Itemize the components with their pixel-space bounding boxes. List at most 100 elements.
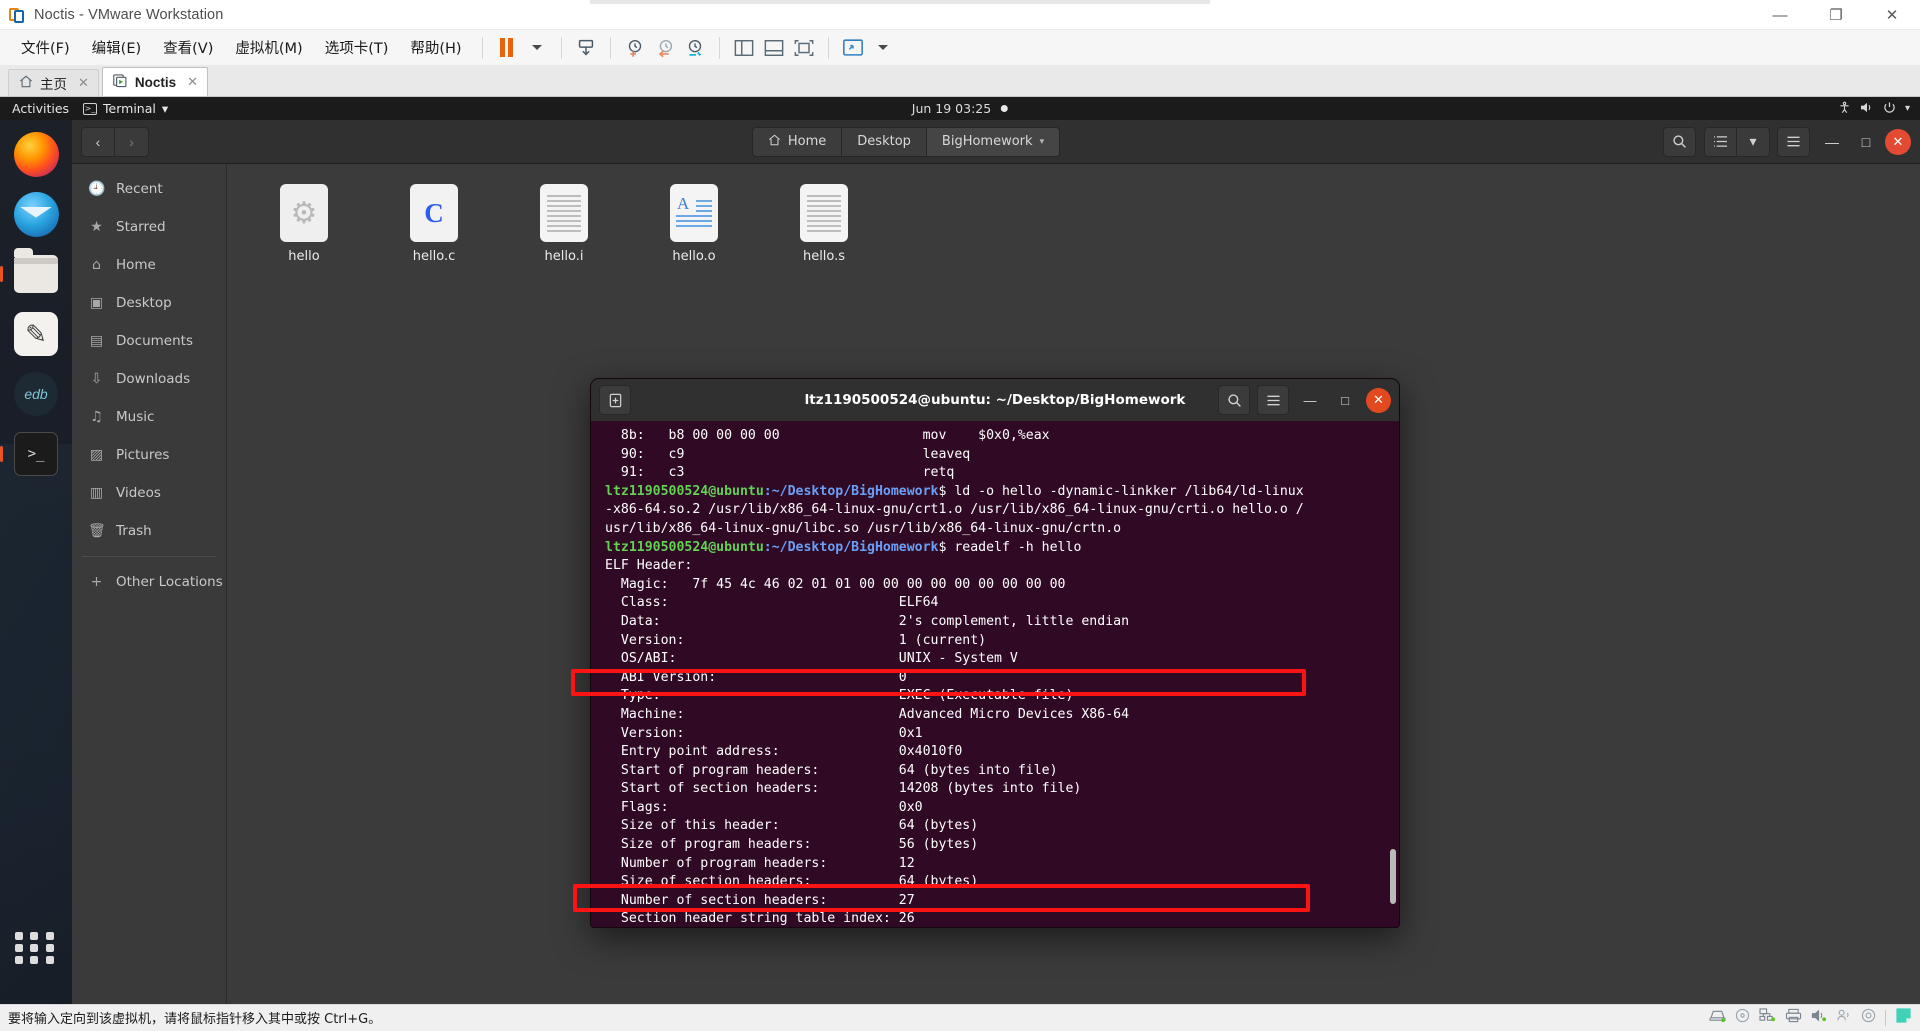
show-console-icon[interactable] [789,34,819,62]
sidebar-item-desktop[interactable]: ▣ Desktop [72,284,226,322]
sidebar-item-pictures[interactable]: ▨ Pictures [72,436,226,474]
file-item[interactable]: ⚙ hello [249,178,359,264]
network-icon[interactable] [1759,1008,1776,1028]
harddisk-icon[interactable] [1709,1009,1726,1028]
terminal-line: Section header string table index: 26 [605,910,1399,927]
download-icon: ⇩ [88,371,105,387]
sidebar-item-home[interactable]: ⌂ Home [72,246,226,284]
sidebar-item-music[interactable]: ♫ Music [72,398,226,436]
header-right-group: ▾ — □ ✕ [1704,127,1911,157]
menu-help[interactable]: 帮助(H) [399,33,472,62]
maximize-button[interactable]: □ [1851,127,1881,157]
search-button[interactable] [1663,127,1696,157]
file-item[interactable]: C hello.c [379,178,489,264]
camera-icon[interactable] [1861,1008,1876,1028]
sidebar-item-videos[interactable]: ▥ Videos [72,474,226,512]
show-applications-button[interactable] [10,922,62,974]
dock-item-firefox[interactable] [10,128,62,180]
terminal-line: usr/lib/x86_64-linux-gnu/libc.so /usr/li… [605,520,1399,539]
show-sidebar-icon[interactable] [729,34,759,62]
maximize-button[interactable]: □ [1331,386,1359,414]
toolbar-separator [828,37,829,59]
breadcrumb-desktop[interactable]: Desktop [842,127,927,157]
app-menu-button[interactable]: >_ Terminal ▾ [83,101,168,116]
home-icon: ⌂ [88,257,105,273]
notes-icon[interactable] [1895,1007,1912,1029]
snapshot-revert-icon[interactable] [650,34,680,62]
close-button[interactable]: ✕ [1885,129,1911,155]
cdrom-icon[interactable] [1735,1008,1750,1028]
dock-item-text-editor[interactable] [10,308,62,360]
tab-noctis-close-icon[interactable]: ✕ [187,74,198,90]
new-tab-button[interactable] [599,385,631,415]
printer-icon[interactable] [1785,1008,1802,1028]
sidebar-item-downloads[interactable]: ⇩ Downloads [72,360,226,398]
firefox-icon [14,132,59,177]
sound-icon[interactable] [1811,1008,1827,1028]
terminal-line: Version: 0x1 [605,725,1399,744]
vm-guest-viewport[interactable]: Activities >_ Terminal ▾ Jun 19 03:25 [0,97,1920,1004]
dock-item-edb[interactable]: edb [10,368,62,420]
tab-noctis[interactable]: Noctis ✕ [102,67,208,96]
unity-mode-icon[interactable] [838,34,868,62]
pause-icon[interactable] [492,34,522,62]
snapshot-take-icon[interactable] [620,34,650,62]
breadcrumb-bighomework[interactable]: BigHomework ▾ [927,127,1060,157]
fullscreen-caret-icon[interactable] [868,34,898,62]
menu-button[interactable] [1257,385,1289,415]
system-status-area[interactable]: ▾ [1838,101,1910,117]
sidebar-item-documents[interactable]: ▤ Documents [72,322,226,360]
chevron-down-icon[interactable]: ▾ [1905,103,1910,114]
view-options-caret[interactable]: ▾ [1737,127,1770,157]
search-button[interactable] [1218,385,1250,415]
gnome-desktop: Activities >_ Terminal ▾ Jun 19 03:25 [0,97,1920,1004]
minimize-button[interactable]: — [1752,0,1808,30]
menu-tabs[interactable]: 选项卡(T) [314,33,400,62]
terminal-line: Data: 2's complement, little endian [605,613,1399,632]
menu-view[interactable]: 查看(V) [152,33,224,62]
minimize-button[interactable]: — [1817,127,1847,157]
snapshot-manager-icon[interactable] [680,34,710,62]
vmware-workstation-window: Noctis - VMware Workstation — ❐ ✕ 文件(F) … [0,0,1920,1030]
sidebar-item-trash[interactable]: 🗑 Trash [72,512,226,550]
dock-item-terminal[interactable]: >_ [10,428,62,480]
menu-edit[interactable]: 编辑(E) [81,33,152,62]
show-bottom-panel-icon[interactable] [759,34,789,62]
sidebar-item-recent[interactable]: 🕘 Recent [72,170,226,208]
activities-button[interactable]: Activities [0,101,83,116]
volume-icon[interactable] [1860,101,1874,117]
vmware-logo-icon [8,6,26,24]
tab-home-close-icon[interactable]: ✕ [78,75,89,91]
forward-button[interactable]: › [115,127,149,157]
terminal-scrollbar[interactable] [1390,849,1396,904]
thunderbird-icon [14,192,59,237]
send-ctrl-alt-del-icon[interactable] [571,34,601,62]
sidebar-item-starred[interactable]: ★ Starred [72,208,226,246]
menu-vm[interactable]: 虚拟机(M) [224,33,313,62]
close-button[interactable]: ✕ [1366,388,1391,413]
dock-item-thunderbird[interactable] [10,188,62,240]
usb-icon[interactable] [1836,1008,1852,1028]
back-button[interactable]: ‹ [81,127,115,157]
file-item[interactable]: A hello.o [639,178,749,264]
close-button[interactable]: ✕ [1864,0,1920,30]
main-menu-button[interactable] [1777,127,1810,157]
breadcrumb-home[interactable]: Home [752,127,842,157]
minimize-button[interactable]: — [1296,386,1324,414]
text-lines-icon [540,184,588,242]
tab-home[interactable]: 主页 ✕ [8,69,99,96]
clock-button[interactable]: Jun 19 03:25 [912,101,1008,116]
dock-item-files[interactable] [10,248,62,300]
file-item[interactable]: hello.i [509,178,619,264]
sidebar-separator [82,556,216,557]
dropdown-caret-icon[interactable] [522,34,552,62]
maximize-button[interactable]: ❐ [1808,0,1864,30]
file-item[interactable]: hello.s [769,178,879,264]
list-view-button[interactable] [1704,127,1737,157]
sidebar-item-other-locations[interactable]: + Other Locations [72,563,226,601]
accessibility-icon[interactable] [1838,101,1851,117]
files-sidebar: 🕘 Recent ★ Starred ⌂ Home ▣ [72,164,227,1004]
power-icon[interactable] [1883,101,1896,117]
terminal-output[interactable]: 8b: b8 00 00 00 00 mov $0x0,%eax 90: c9 … [591,421,1399,927]
menu-file[interactable]: 文件(F) [10,33,81,62]
